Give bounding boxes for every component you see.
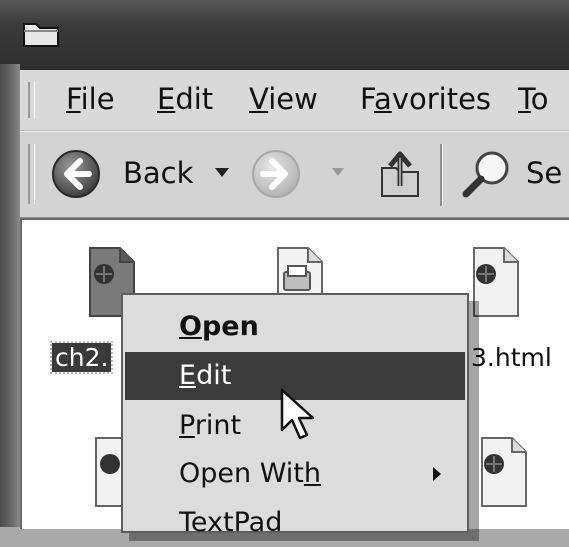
- window-frame: [0, 64, 20, 527]
- menubar-grip[interactable]: [28, 82, 35, 118]
- menu-label-accel: F: [66, 82, 81, 116]
- ctx-label-accel: E: [179, 360, 197, 391]
- menu-label-post: iew: [268, 82, 318, 116]
- html-document-icon: [481, 437, 527, 507]
- ctx-label-accel: O: [179, 311, 202, 342]
- search-label: Se: [526, 156, 563, 190]
- context-textpad[interactable]: TextPad: [125, 499, 465, 547]
- context-open-with[interactable]: Open With: [125, 450, 465, 498]
- file-label[interactable]: 3.html: [471, 343, 552, 372]
- menu-label-post: vorites: [391, 82, 492, 116]
- mouse-pointer-icon: [280, 388, 315, 440]
- menu-tools[interactable]: To: [518, 82, 549, 116]
- file-item[interactable]: [470, 434, 540, 514]
- menu-edit[interactable]: Edit: [157, 82, 213, 116]
- forward-button[interactable]: [250, 144, 360, 204]
- ctx-label-pre: TextPad: [179, 507, 283, 538]
- menu-label-accel: E: [157, 82, 176, 116]
- submenu-arrow-icon: [433, 467, 441, 481]
- ctx-label-post: dit: [196, 360, 232, 391]
- menu-label-post: o: [530, 82, 549, 116]
- back-label: Back: [123, 156, 194, 190]
- menu-view[interactable]: View: [249, 82, 318, 116]
- menu-label-accel: V: [249, 82, 269, 116]
- context-open[interactable]: Open: [125, 303, 465, 351]
- title-bar[interactable]: [0, 0, 569, 70]
- forward-dropdown-icon[interactable]: [332, 168, 344, 177]
- forward-arrow-icon: [252, 150, 300, 198]
- menu-label-post: dit: [175, 82, 214, 116]
- menu-label-accel: a: [374, 82, 392, 116]
- back-arrow-icon: [52, 150, 100, 198]
- menu-file[interactable]: File: [66, 82, 115, 116]
- folder-icon: [23, 23, 59, 47]
- menu-label-pre: F: [360, 82, 375, 116]
- menu-label-accel: T: [518, 82, 531, 116]
- search-icon: [462, 151, 509, 198]
- search-button[interactable]: Se: [460, 144, 569, 204]
- menu-bar: File Edit View Favorites To: [20, 70, 569, 131]
- file-label-selected[interactable]: ch2.: [49, 341, 114, 374]
- ctx-label-accel: h: [303, 458, 322, 489]
- ctx-label-accel: P: [179, 410, 195, 441]
- back-dropdown-icon[interactable]: [215, 168, 229, 178]
- ctx-label-pre: Open Wit: [179, 458, 304, 489]
- menu-favorites[interactable]: Favorites: [360, 82, 491, 116]
- ctx-label-post: pen: [201, 311, 259, 342]
- menu-label-post: ile: [80, 82, 115, 116]
- up-folder-icon[interactable]: [376, 146, 426, 202]
- ctx-label-post: rint: [194, 410, 242, 441]
- explorer-window: File Edit View Favorites To Back Se ch2.…: [0, 0, 569, 541]
- toolbar-separator: [440, 144, 443, 206]
- standard-toolbar: Back Se: [20, 131, 569, 219]
- toolbar-grip[interactable]: [28, 144, 35, 204]
- back-button[interactable]: Back: [50, 144, 238, 204]
